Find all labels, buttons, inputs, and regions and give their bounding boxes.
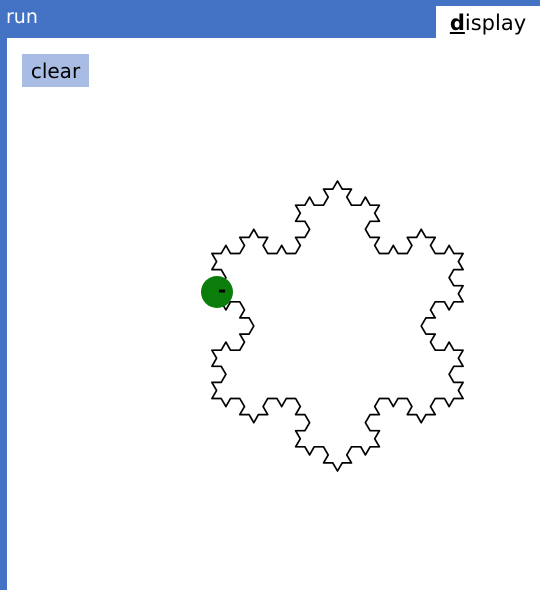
display-panel: - clear xyxy=(7,38,540,590)
turtle-canvas: - xyxy=(201,180,464,472)
turtle-heading-label: - xyxy=(218,278,226,302)
app-window: run display - clear xyxy=(0,0,540,590)
tab-display-mnemonic: d xyxy=(449,11,465,35)
title-bar: run display xyxy=(0,0,540,38)
window-title: run xyxy=(6,6,38,28)
turtle-marker: - xyxy=(201,276,233,308)
koch-snowflake xyxy=(211,180,464,472)
tab-display[interactable]: display xyxy=(436,6,540,38)
clear-button[interactable]: clear xyxy=(22,54,89,87)
tab-display-label: isplay xyxy=(464,11,527,35)
